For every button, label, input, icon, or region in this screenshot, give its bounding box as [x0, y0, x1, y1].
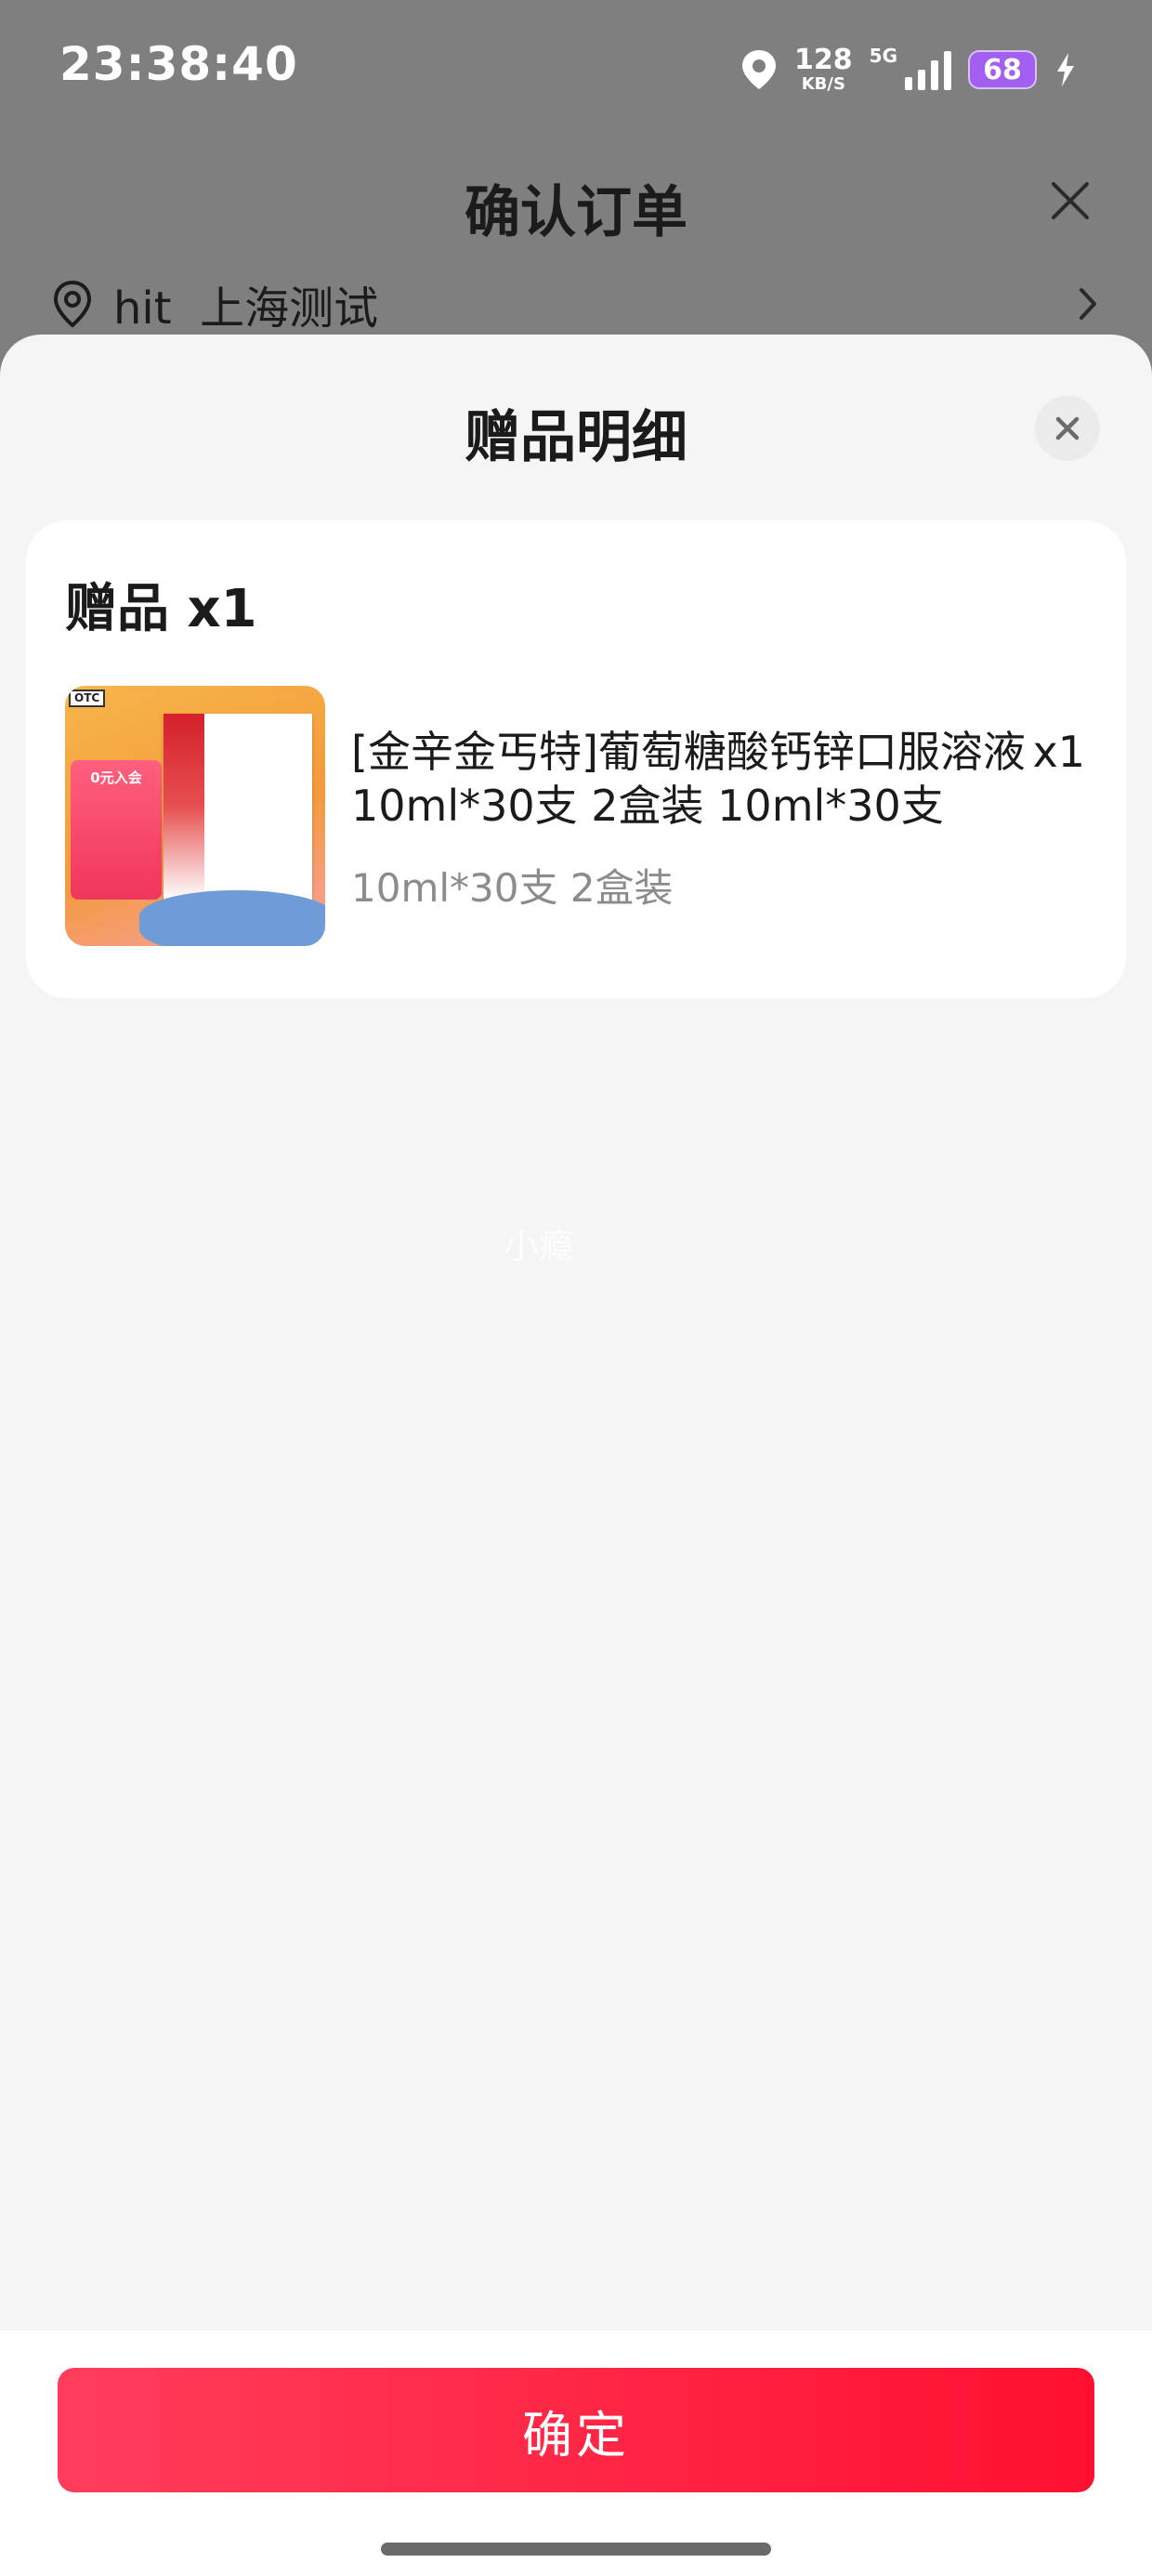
watermark: 小瘾 — [504, 1226, 575, 1267]
product-quantity: x1 — [1032, 727, 1086, 777]
gift-detail-sheet: 赠品明细 赠品 x1 OTC 0元入会 [金辛金丐特]葡萄糖酸钙锌口服溶液 10… — [0, 335, 1152, 2576]
page-title: 确认订单 — [465, 180, 687, 245]
address-row[interactable]: hit 上海测试 — [52, 271, 1102, 336]
net-speed-value: 128 — [794, 44, 853, 76]
screen: 23:38:40 128 KB/S 5G 68 确认订单 hit 上海测试 赠品… — [0, 0, 1152, 2576]
gift-count: 赠品 x1 — [65, 579, 257, 639]
net-speed: 128 KB/S — [794, 46, 853, 93]
net-speed-unit: KB/S — [801, 74, 845, 94]
status-time: 23:38:40 — [59, 37, 298, 91]
confirm-button[interactable]: 确定 — [58, 2368, 1094, 2492]
gift-card: 赠品 x1 OTC 0元入会 [金辛金丐特]葡萄糖酸钙锌口服溶液 10ml*30… — [26, 520, 1126, 998]
bottom-bar: 确定 — [0, 2331, 1152, 2576]
product-box-stripe — [164, 714, 204, 900]
status-bar: 23:38:40 128 KB/S 5G 68 — [0, 0, 1152, 139]
promo-text: 0元入会 — [90, 769, 142, 786]
close-icon[interactable] — [1044, 175, 1096, 227]
signal-icon — [905, 49, 951, 90]
close-icon — [1055, 416, 1080, 440]
address-text: hit 上海测试 — [113, 283, 379, 335]
location-pin-icon — [53, 280, 92, 328]
status-icons: 128 KB/S 5G 68 — [740, 37, 1078, 102]
sheet-close-button[interactable] — [1035, 396, 1100, 461]
home-indicator[interactable] — [381, 2543, 771, 2556]
product-stage — [139, 890, 325, 946]
product-name: [金辛金丐特]葡萄糖酸钙锌口服溶液 10ml*30支 2盒装 10ml*30支 — [351, 727, 1026, 831]
otc-badge: OTC — [69, 690, 106, 708]
order-header: 确认订单 — [0, 158, 1152, 251]
charging-icon — [1057, 53, 1074, 86]
product-spec: 10ml*30支 2盒装 — [351, 865, 674, 911]
product-box — [164, 714, 312, 900]
battery-level: 68 — [983, 53, 1022, 86]
battery-icon: 68 — [968, 50, 1037, 89]
location-icon — [742, 50, 777, 89]
sheet-title: 赠品明细 — [465, 405, 687, 470]
chevron-right-icon — [1080, 288, 1096, 320]
product-image[interactable]: OTC 0元入会 — [65, 686, 325, 946]
network-type: 5G — [869, 45, 897, 67]
promo-tag: 0元入会 — [71, 760, 162, 900]
